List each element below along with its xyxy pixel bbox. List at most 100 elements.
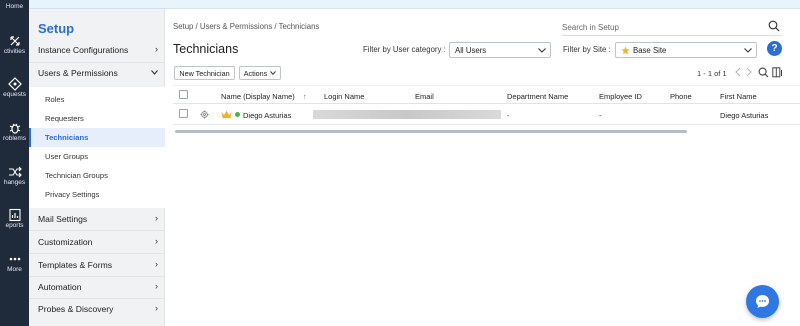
global-nav-rail: Home ctivities equests roblems hanges ep… xyxy=(0,0,29,326)
chat-icon xyxy=(756,295,769,308)
col-employee-id[interactable]: Employee ID xyxy=(599,92,642,101)
col-phone[interactable]: Phone xyxy=(670,92,692,101)
actions-button[interactable]: Actions xyxy=(239,66,281,80)
col-first-name[interactable]: First Name xyxy=(720,92,757,101)
rail-home-label: Home xyxy=(5,3,24,10)
submenu-privacy-settings[interactable]: Privacy Settings xyxy=(29,185,165,204)
filter-category-value: All Users xyxy=(455,45,487,55)
submenu-roles[interactable]: Roles xyxy=(29,90,165,109)
nav-label: Automation xyxy=(38,282,82,292)
chevron-right-icon: › xyxy=(155,259,158,269)
chevron-right-icon: › xyxy=(155,281,158,291)
col-email[interactable]: Email xyxy=(415,92,434,101)
chevron-right-icon: › xyxy=(155,303,158,313)
setup-search xyxy=(562,19,782,36)
cell-employee-id: - xyxy=(599,111,602,120)
nav-users-permissions[interactable]: Users & Permissions xyxy=(29,62,165,84)
chevron-down-icon xyxy=(151,70,158,75)
rail-more-label: More xyxy=(7,266,22,273)
pagination-info: 1 - 1 of 1 xyxy=(697,69,727,78)
filter-site-label: Filter by Site : xyxy=(563,45,611,54)
select-all-checkbox[interactable] xyxy=(179,90,188,99)
sort-ascending-icon: ↑ xyxy=(302,92,307,101)
next-page-icon[interactable] xyxy=(745,67,753,77)
col-name-label: Name (Display Name) xyxy=(221,92,295,101)
col-name[interactable]: Name (Display Name) ↑ xyxy=(221,92,307,101)
chevron-right-icon: › xyxy=(155,236,158,246)
nav-templates-forms[interactable]: Templates & Forms › xyxy=(29,254,165,276)
filter-site-select[interactable]: Base Site xyxy=(615,42,757,58)
submenu-user-groups[interactable]: User Groups xyxy=(29,147,165,166)
previous-page-icon[interactable] xyxy=(734,67,742,77)
nav-label: Customization xyxy=(38,237,93,247)
main-content: Setup / Users & Permissions / Technician… xyxy=(165,9,800,326)
search-input[interactable] xyxy=(562,19,752,35)
cell-department: - xyxy=(507,111,510,120)
reports-icon xyxy=(8,208,21,222)
rail-more[interactable]: More xyxy=(0,252,29,273)
cell-first-name: Diego Asturias xyxy=(720,111,769,120)
requests-icon xyxy=(7,77,22,91)
nav-instance-configurations[interactable]: Instance Configurations › xyxy=(29,39,165,61)
new-technician-button[interactable]: New Technician xyxy=(174,66,235,80)
top-banner-strip xyxy=(29,0,800,9)
filter-site-value: Base Site xyxy=(633,45,667,55)
col-department-name[interactable]: Department Name xyxy=(507,92,568,101)
submenu-technicians[interactable]: Technicians xyxy=(29,128,165,147)
column-chooser-icon[interactable] xyxy=(772,67,783,78)
settings-gear-icon[interactable] xyxy=(200,110,209,119)
setup-title: Setup xyxy=(38,21,75,36)
rail-home[interactable]: Home xyxy=(0,3,29,10)
nav-label: Mail Settings xyxy=(38,214,88,224)
horizontal-scrollbar[interactable] xyxy=(175,130,687,133)
nav-label: Templates & Forms xyxy=(38,260,113,270)
submenu-technician-groups[interactable]: Technician Groups xyxy=(29,166,165,185)
nav-customization[interactable]: Customization › xyxy=(29,231,165,253)
problems-icon xyxy=(9,123,20,134)
rail-problems[interactable]: roblems xyxy=(0,121,29,142)
table-row[interactable]: Diego Asturias - - Diego Asturias xyxy=(173,105,800,125)
redacted-login-email xyxy=(313,110,501,119)
more-icon xyxy=(9,257,20,261)
nav-automation[interactable]: Automation › xyxy=(29,276,165,298)
setup-sidebar: Setup Instance Configurations › Users & … xyxy=(29,9,165,326)
site-icon xyxy=(621,46,630,55)
rail-activities-label: ctivities xyxy=(3,48,26,55)
help-button[interactable]: ? xyxy=(767,41,782,56)
chevron-down-icon xyxy=(744,48,752,53)
col-login-name[interactable]: Login Name xyxy=(324,92,364,101)
actions-label: Actions xyxy=(243,68,268,78)
filter-category-select[interactable]: All Users xyxy=(449,42,551,58)
crown-icon xyxy=(221,110,232,118)
rail-changes[interactable]: hanges xyxy=(0,165,29,186)
rail-reports[interactable]: eports xyxy=(0,208,29,229)
filter-category-label: Filter by User category : xyxy=(363,45,446,54)
nav-label: Probes & Discovery xyxy=(38,304,114,314)
nav-label: Instance Configurations xyxy=(38,45,129,55)
rail-changes-label: hanges xyxy=(3,179,26,186)
breadcrumb[interactable]: Setup / Users & Permissions / Technician… xyxy=(173,22,319,31)
changes-icon xyxy=(8,166,22,178)
cell-name[interactable]: Diego Asturias xyxy=(243,111,291,120)
rail-requests-label: equests xyxy=(3,91,26,98)
chevron-down-icon xyxy=(538,48,546,53)
online-status-indicator xyxy=(235,112,240,117)
activities-icon xyxy=(9,36,20,46)
nav-probes-discovery[interactable]: Probes & Discovery › xyxy=(29,298,165,320)
submenu-requesters[interactable]: Requesters xyxy=(29,109,165,128)
row-checkbox[interactable] xyxy=(179,109,188,118)
page-title: Technicians xyxy=(173,42,239,56)
table-search-icon[interactable] xyxy=(758,67,769,78)
rail-activities[interactable]: ctivities xyxy=(0,34,29,55)
search-icon[interactable] xyxy=(768,20,780,32)
users-permissions-submenu: Roles Requesters Technicians User Groups… xyxy=(29,87,165,208)
table-header: Name (Display Name) ↑ Login Name Email D… xyxy=(173,85,800,104)
nav-mail-settings[interactable]: Mail Settings › xyxy=(29,208,165,230)
chat-button[interactable] xyxy=(746,285,779,318)
rail-reports-label: eports xyxy=(5,222,24,229)
chevron-down-icon xyxy=(270,71,277,75)
chevron-right-icon: › xyxy=(155,213,158,223)
rail-requests[interactable]: equests xyxy=(0,77,29,98)
nav-label: Users & Permissions xyxy=(38,68,118,78)
rail-problems-label: roblems xyxy=(2,135,27,142)
